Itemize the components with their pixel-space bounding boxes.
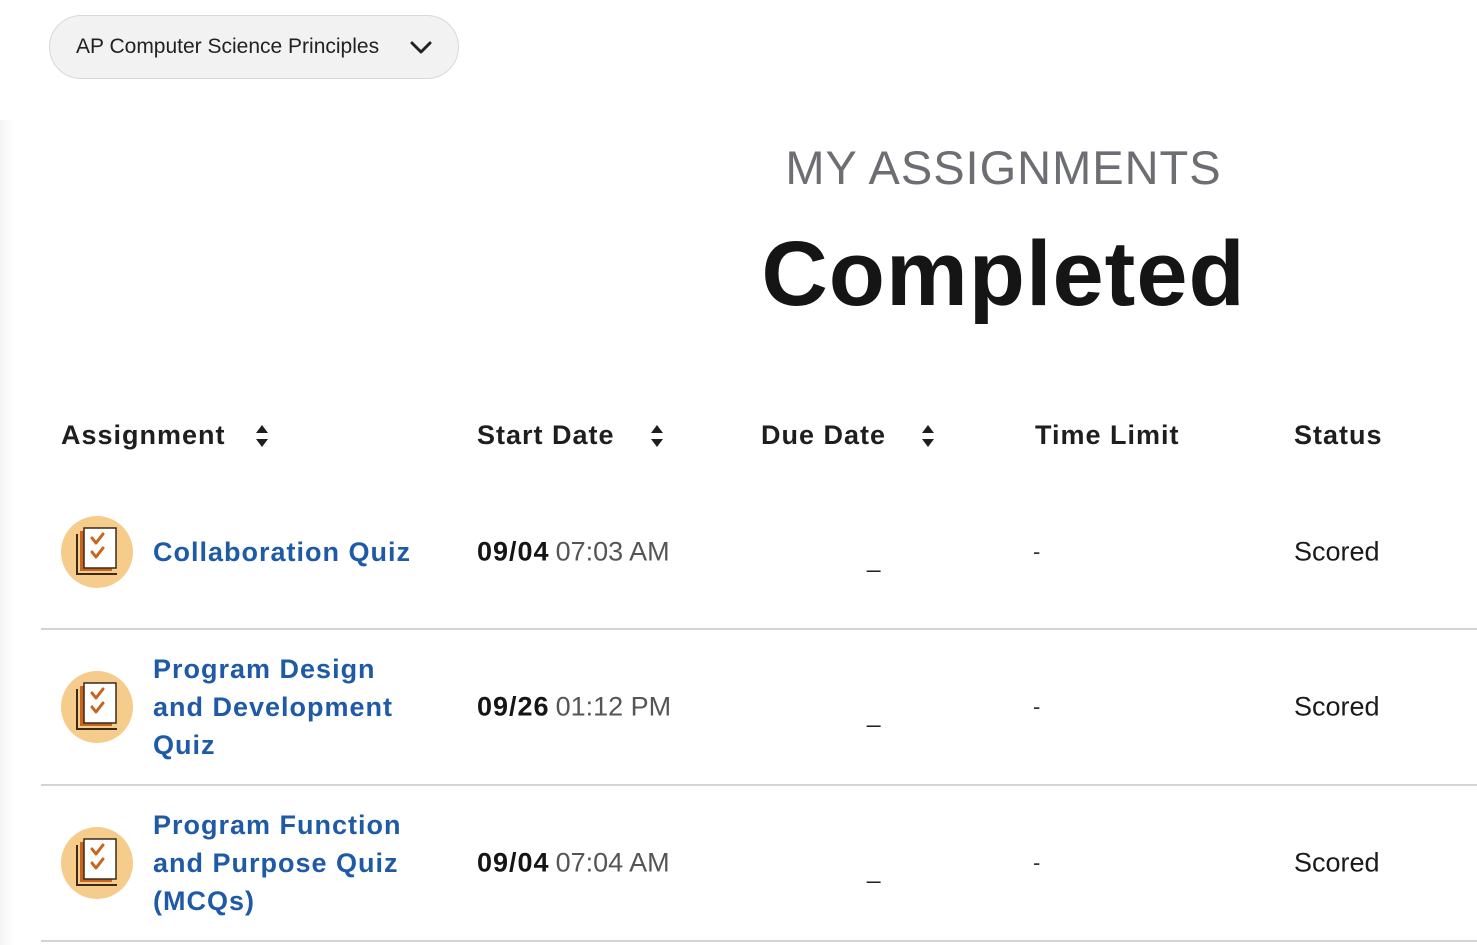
- assignment-link[interactable]: Collaboration Quiz: [153, 533, 453, 571]
- table-header: Assignment Start Date Due Date Time Limi…: [41, 400, 1477, 476]
- due-date: _: [867, 546, 881, 573]
- col-start-date-label: Start Date: [477, 420, 615, 450]
- col-time-limit: Time Limit: [1035, 420, 1180, 451]
- start-time: 01:12 PM: [555, 691, 672, 722]
- start-time: 07:04 AM: [555, 847, 670, 878]
- start-day: 09/04: [477, 536, 550, 567]
- col-time-limit-label: Time Limit: [1035, 420, 1180, 450]
- due-date: _: [867, 857, 881, 884]
- sort-icon[interactable]: [649, 422, 665, 450]
- table-row: Program Design and Development Quiz 09/2…: [41, 630, 1477, 786]
- col-due-date: Due Date: [761, 420, 936, 451]
- start-date: 09/04 07:03 AM: [477, 537, 670, 568]
- col-assignment: Assignment: [61, 420, 270, 451]
- course-selector[interactable]: AP Computer Science Principles: [49, 15, 459, 79]
- start-date: 09/26 01:12 PM: [477, 692, 671, 723]
- start-day: 09/26: [477, 691, 550, 722]
- col-status-label: Status: [1294, 420, 1383, 450]
- col-status: Status: [1294, 420, 1383, 451]
- time-limit: -: [1033, 539, 1041, 564]
- assignment-link[interactable]: Program Design and Development Quiz: [153, 650, 433, 764]
- start-day: 09/04: [477, 847, 550, 878]
- status-title: Completed: [761, 223, 1246, 325]
- quiz-checklist-icon: [61, 671, 133, 743]
- assignment-link[interactable]: Program Function and Purpose Quiz (MCQs): [153, 806, 443, 920]
- due-date: _: [867, 701, 881, 728]
- table-row: Collaboration Quiz 09/04 07:03 AM _ - Sco…: [41, 476, 1477, 630]
- sort-icon[interactable]: [254, 422, 270, 450]
- quiz-checklist-icon: [61, 827, 133, 899]
- section-title: MY ASSIGNMENTS: [785, 141, 1222, 194]
- status-value: Scored: [1294, 691, 1380, 722]
- start-time: 07:03 AM: [555, 536, 670, 567]
- chevron-down-icon: [410, 41, 432, 54]
- assignments-table: Assignment Start Date Due Date Time Limi…: [41, 400, 1477, 942]
- section-title-wrap: MY ASSIGNMENTS: [0, 140, 1477, 195]
- col-assignment-label: Assignment: [61, 420, 226, 450]
- course-selector-label: AP Computer Science Principles: [76, 35, 380, 58]
- sort-icon[interactable]: [920, 422, 936, 450]
- quiz-checklist-icon: [61, 516, 133, 588]
- col-start-date: Start Date: [477, 420, 665, 451]
- table-row: Program Function and Purpose Quiz (MCQs)…: [41, 786, 1477, 942]
- col-due-date-label: Due Date: [761, 420, 887, 450]
- start-date: 09/04 07:04 AM: [477, 848, 670, 879]
- time-limit: -: [1033, 694, 1041, 719]
- status-value: Scored: [1294, 847, 1380, 878]
- time-limit: -: [1033, 850, 1041, 875]
- status-value: Scored: [1294, 536, 1380, 567]
